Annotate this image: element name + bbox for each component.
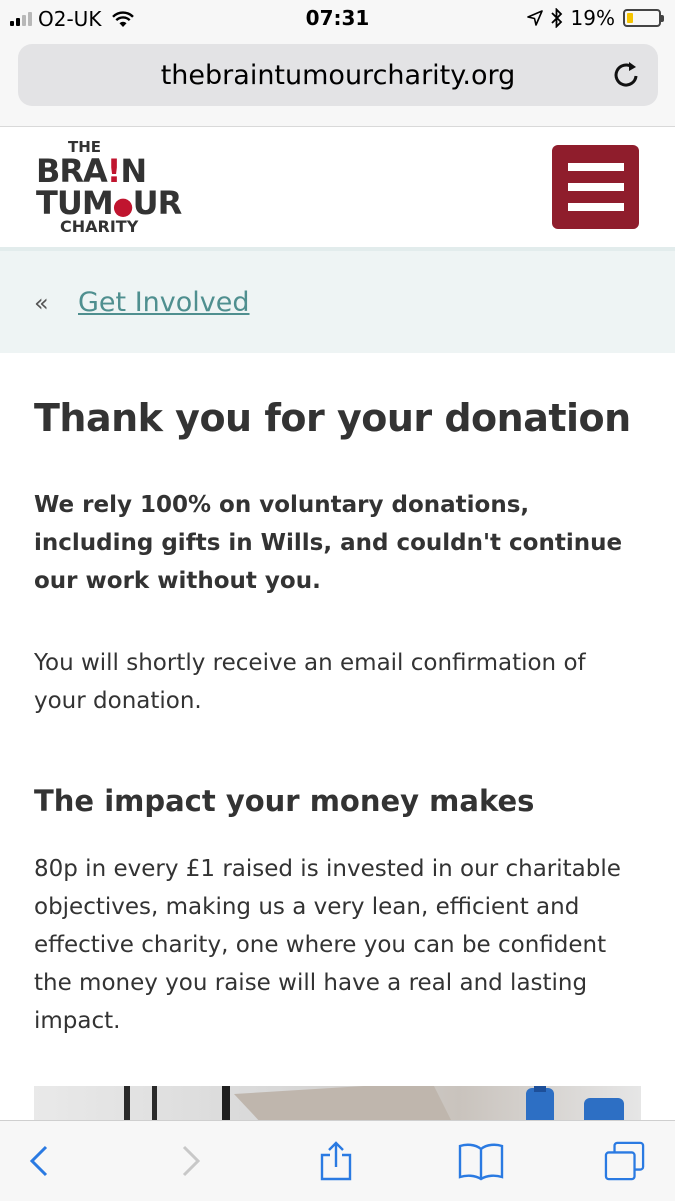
bluetooth-icon — [550, 8, 562, 28]
url-text[interactable]: thebraintumourcharity.org — [18, 60, 658, 91]
forward-arrow-icon[interactable] — [170, 1141, 210, 1181]
bookmarks-book-icon[interactable] — [458, 1141, 504, 1181]
breadcrumb-link-get-involved[interactable]: Get Involved — [78, 287, 250, 318]
battery-icon — [623, 9, 664, 27]
double-chevron-left-icon: « — [34, 289, 49, 317]
back-arrow-icon[interactable] — [20, 1141, 60, 1181]
share-icon[interactable] — [316, 1141, 356, 1181]
reload-icon[interactable] — [610, 58, 644, 92]
menu-icon — [568, 163, 624, 171]
impact-heading: The impact your money makes — [34, 784, 535, 818]
location-arrow-icon — [526, 10, 543, 26]
hamburger-menu-button[interactable] — [552, 145, 639, 229]
tabs-icon[interactable] — [602, 1141, 648, 1181]
browser-toolbar — [0, 1120, 675, 1201]
site-header: THE BRA!N TUM●UR CHARITY — [0, 127, 675, 247]
browser-address-area: thebraintumourcharity.org — [0, 38, 675, 127]
charity-logo[interactable]: THE BRA!N TUM●UR CHARITY — [36, 140, 182, 235]
impact-paragraph: 80p in every £1 raised is invested in ou… — [34, 856, 621, 1034]
confirmation-paragraph: You will shortly receive an email confir… — [34, 650, 586, 714]
lead-paragraph: We rely 100% on voluntary donations, inc… — [34, 492, 623, 594]
address-bar[interactable]: thebraintumourcharity.org — [18, 44, 658, 106]
breadcrumb: « Get Involved — [0, 247, 675, 353]
status-bar: O2-UK 07:31 19% — [0, 0, 675, 38]
page-title: Thank you for your donation — [34, 396, 631, 440]
battery-percentage: 19% — [570, 6, 615, 30]
